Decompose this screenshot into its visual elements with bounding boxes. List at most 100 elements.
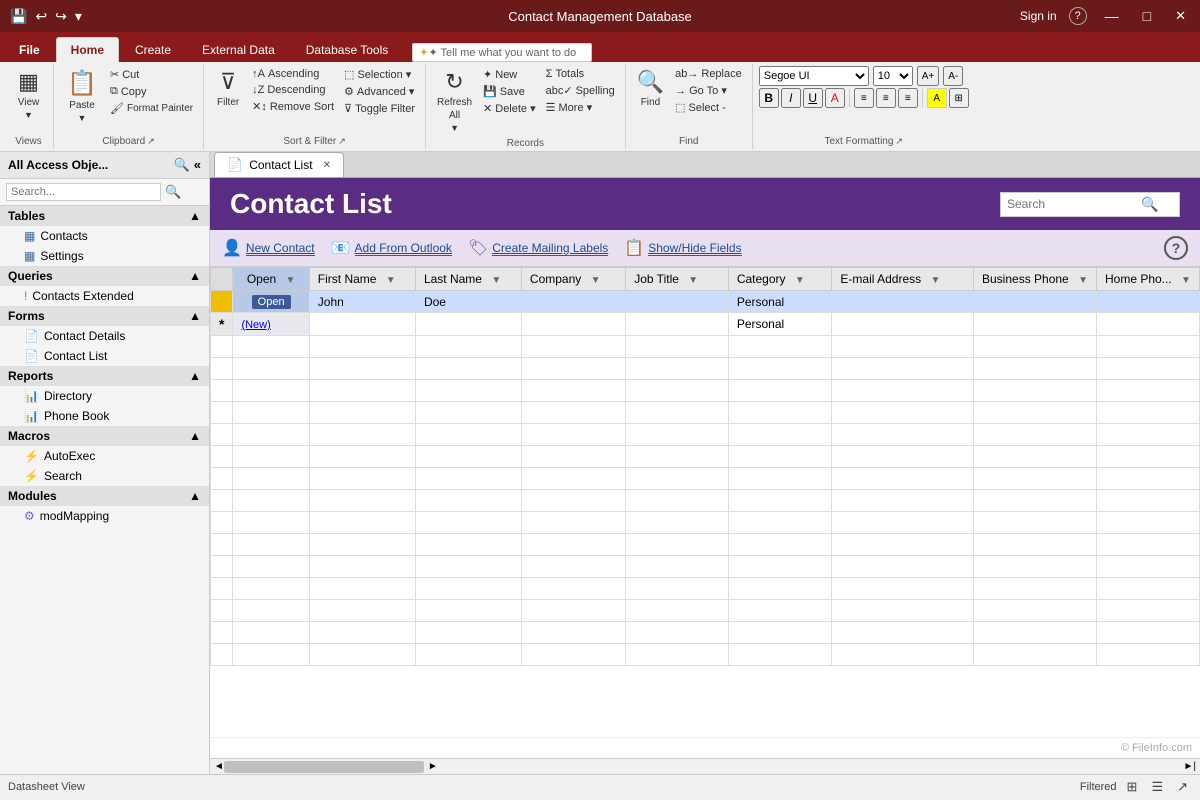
category-cell[interactable]: Personal bbox=[728, 291, 832, 313]
refresh-all-button[interactable]: ↻ Refresh All ▼ bbox=[432, 66, 477, 136]
text-format-dialog-launcher[interactable]: ↗ bbox=[895, 136, 903, 147]
job-title-cell[interactable] bbox=[626, 291, 729, 313]
sidebar-item-phone-book[interactable]: 📊 Phone Book bbox=[0, 406, 209, 426]
toggle-filter-button[interactable]: ⊽ Toggle Filter bbox=[340, 100, 419, 117]
scroll-left-button[interactable]: ◄ bbox=[214, 761, 224, 772]
view-button[interactable]: ▦ View ▼ bbox=[11, 66, 47, 123]
sidebar-section-modules[interactable]: Modules ▲ bbox=[0, 486, 209, 506]
col-header-last-name[interactable]: Last Name ▼ bbox=[415, 268, 521, 291]
new-row-co[interactable] bbox=[521, 313, 625, 336]
new-row-fn[interactable] bbox=[309, 313, 415, 336]
paste-button[interactable]: 📋 Paste ▼ bbox=[60, 66, 104, 126]
col-header-first-name[interactable]: First Name ▼ bbox=[309, 268, 415, 291]
table-row[interactable]: Open John Doe Personal bbox=[211, 291, 1200, 313]
help-button[interactable]: ? bbox=[1069, 7, 1087, 25]
new-row-hp[interactable] bbox=[1096, 313, 1199, 336]
qat-dropdown[interactable]: ▾ bbox=[73, 6, 84, 27]
new-row-cat[interactable]: Personal bbox=[728, 313, 832, 336]
close-tab-icon[interactable]: ✕ bbox=[323, 160, 331, 171]
sidebar-item-contacts-extended[interactable]: ! Contacts Extended bbox=[0, 286, 209, 306]
selection-button[interactable]: ⬚ Selection ▾ bbox=[340, 66, 419, 83]
home-phone-cell[interactable] bbox=[1096, 291, 1199, 313]
sidebar-item-autoexec[interactable]: ⚡ AutoExec bbox=[0, 446, 209, 466]
tab-database-tools[interactable]: Database Tools bbox=[291, 37, 404, 62]
scroll-right-end-button[interactable]: ►| bbox=[1184, 761, 1197, 772]
help-action-button[interactable]: ? bbox=[1164, 236, 1188, 260]
font-size-select[interactable]: 10 bbox=[873, 66, 913, 86]
gridlines-button[interactable]: ⊞ bbox=[949, 88, 969, 108]
scroll-thumb[interactable] bbox=[224, 761, 424, 773]
business-phone-col-arrow[interactable]: ▼ bbox=[1078, 275, 1088, 286]
col-header-email[interactable]: E-mail Address ▼ bbox=[832, 268, 974, 291]
decrease-font-button[interactable]: A- bbox=[943, 66, 963, 86]
sidebar-collapse-button[interactable]: « bbox=[194, 157, 201, 173]
italic-button[interactable]: I bbox=[781, 88, 801, 108]
format-painter-button[interactable]: 🖌 Format Painter bbox=[106, 100, 197, 117]
sidebar-section-tables[interactable]: Tables ▲ bbox=[0, 206, 209, 226]
more-button[interactable]: ☰ More ▾ bbox=[542, 99, 619, 116]
category-col-arrow[interactable]: ▼ bbox=[795, 275, 805, 286]
spelling-button[interactable]: abc✓ Spelling bbox=[542, 82, 619, 99]
sidebar-item-directory[interactable]: 📊 Directory bbox=[0, 386, 209, 406]
form-search-input[interactable] bbox=[1007, 197, 1137, 211]
sidebar-section-forms[interactable]: Forms ▲ bbox=[0, 306, 209, 326]
open-cell[interactable]: Open bbox=[233, 291, 309, 313]
filter-button[interactable]: ⊽ Filter bbox=[210, 66, 246, 111]
copy-button[interactable]: ⧉ Copy bbox=[106, 83, 197, 100]
tab-home[interactable]: Home bbox=[56, 37, 119, 62]
scroll-right-button[interactable]: ► bbox=[428, 761, 438, 772]
font-family-select[interactable]: Segoe UI bbox=[759, 66, 869, 86]
refresh-arrow[interactable]: ▼ bbox=[450, 123, 459, 133]
home-phone-col-arrow[interactable]: ▼ bbox=[1181, 275, 1191, 286]
descending-button[interactable]: ↓Z Descending bbox=[248, 82, 338, 98]
view-dropdown-arrow[interactable]: ▼ bbox=[24, 110, 33, 120]
datasheet-view-button[interactable]: ⊞ bbox=[1123, 778, 1142, 796]
first-name-cell[interactable]: John bbox=[309, 291, 415, 313]
form-search-box[interactable]: 🔍 bbox=[1000, 192, 1180, 217]
find-button[interactable]: 🔍 Find bbox=[632, 66, 669, 111]
align-right-button[interactable]: ≡ bbox=[898, 88, 918, 108]
new-row-jt[interactable] bbox=[626, 313, 729, 336]
sidebar-section-macros[interactable]: Macros ▲ bbox=[0, 426, 209, 446]
job-title-col-arrow[interactable]: ▼ bbox=[688, 275, 698, 286]
create-mailing-labels-button[interactable]: 🏷 Create Mailing Labels bbox=[468, 238, 608, 258]
advanced-button[interactable]: ⚙ Advanced ▾ bbox=[340, 83, 419, 100]
first-name-col-arrow[interactable]: ▼ bbox=[386, 275, 396, 286]
new-row-email[interactable] bbox=[832, 313, 974, 336]
undo-button[interactable]: ↩ bbox=[33, 6, 49, 27]
sidebar-item-mod-mapping[interactable]: ⚙ modMapping bbox=[0, 506, 209, 526]
new-row-bp[interactable] bbox=[974, 313, 1097, 336]
align-left-button[interactable]: ≡ bbox=[854, 88, 874, 108]
email-cell[interactable] bbox=[832, 291, 974, 313]
ascending-button[interactable]: ↑A Ascending bbox=[248, 66, 338, 82]
delete-record-button[interactable]: ✕ Delete ▾ bbox=[479, 100, 540, 117]
new-row-ln[interactable] bbox=[415, 313, 521, 336]
col-header-category[interactable]: Category ▼ bbox=[728, 268, 832, 291]
new-row-open-cell[interactable]: (New) bbox=[233, 313, 309, 336]
new-contact-button[interactable]: 👤 New Contact bbox=[222, 238, 315, 258]
cut-button[interactable]: ✂ Cut bbox=[106, 66, 197, 83]
sidebar-item-contacts[interactable]: ▦ Contacts bbox=[0, 226, 209, 246]
tab-create[interactable]: Create bbox=[120, 37, 186, 62]
save-qat-button[interactable]: 💾 bbox=[8, 6, 29, 27]
maximize-button[interactable]: □ bbox=[1137, 8, 1157, 24]
company-col-arrow[interactable]: ▼ bbox=[591, 275, 601, 286]
list-view-button[interactable]: ☰ bbox=[1147, 778, 1167, 796]
save-record-button[interactable]: 💾 Save bbox=[479, 83, 540, 100]
sidebar-section-queries[interactable]: Queries ▲ bbox=[0, 266, 209, 286]
paste-arrow[interactable]: ▼ bbox=[78, 113, 87, 123]
tab-external-data[interactable]: External Data bbox=[187, 37, 290, 62]
new-row-link[interactable]: (New) bbox=[241, 319, 270, 331]
sidebar-item-contact-details[interactable]: 📄 Contact Details bbox=[0, 326, 209, 346]
new-table-row[interactable]: * (New) Personal bbox=[211, 313, 1200, 336]
bg-color-button[interactable]: A bbox=[927, 88, 947, 108]
add-from-outlook-button[interactable]: 📧 Add From Outlook bbox=[331, 238, 452, 258]
col-header-home-phone[interactable]: Home Pho... ▼ bbox=[1096, 268, 1199, 291]
tab-file[interactable]: File bbox=[4, 37, 55, 62]
horizontal-scrollbar[interactable]: ◄ ► ►| bbox=[210, 758, 1200, 774]
open-record-button[interactable]: Open bbox=[252, 295, 291, 309]
open-col-arrow[interactable]: ▼ bbox=[286, 275, 296, 286]
sort-filter-dialog-launcher[interactable]: ↗ bbox=[338, 136, 346, 147]
business-phone-cell[interactable] bbox=[974, 291, 1097, 313]
new-record-button[interactable]: ✦ New bbox=[479, 66, 540, 83]
